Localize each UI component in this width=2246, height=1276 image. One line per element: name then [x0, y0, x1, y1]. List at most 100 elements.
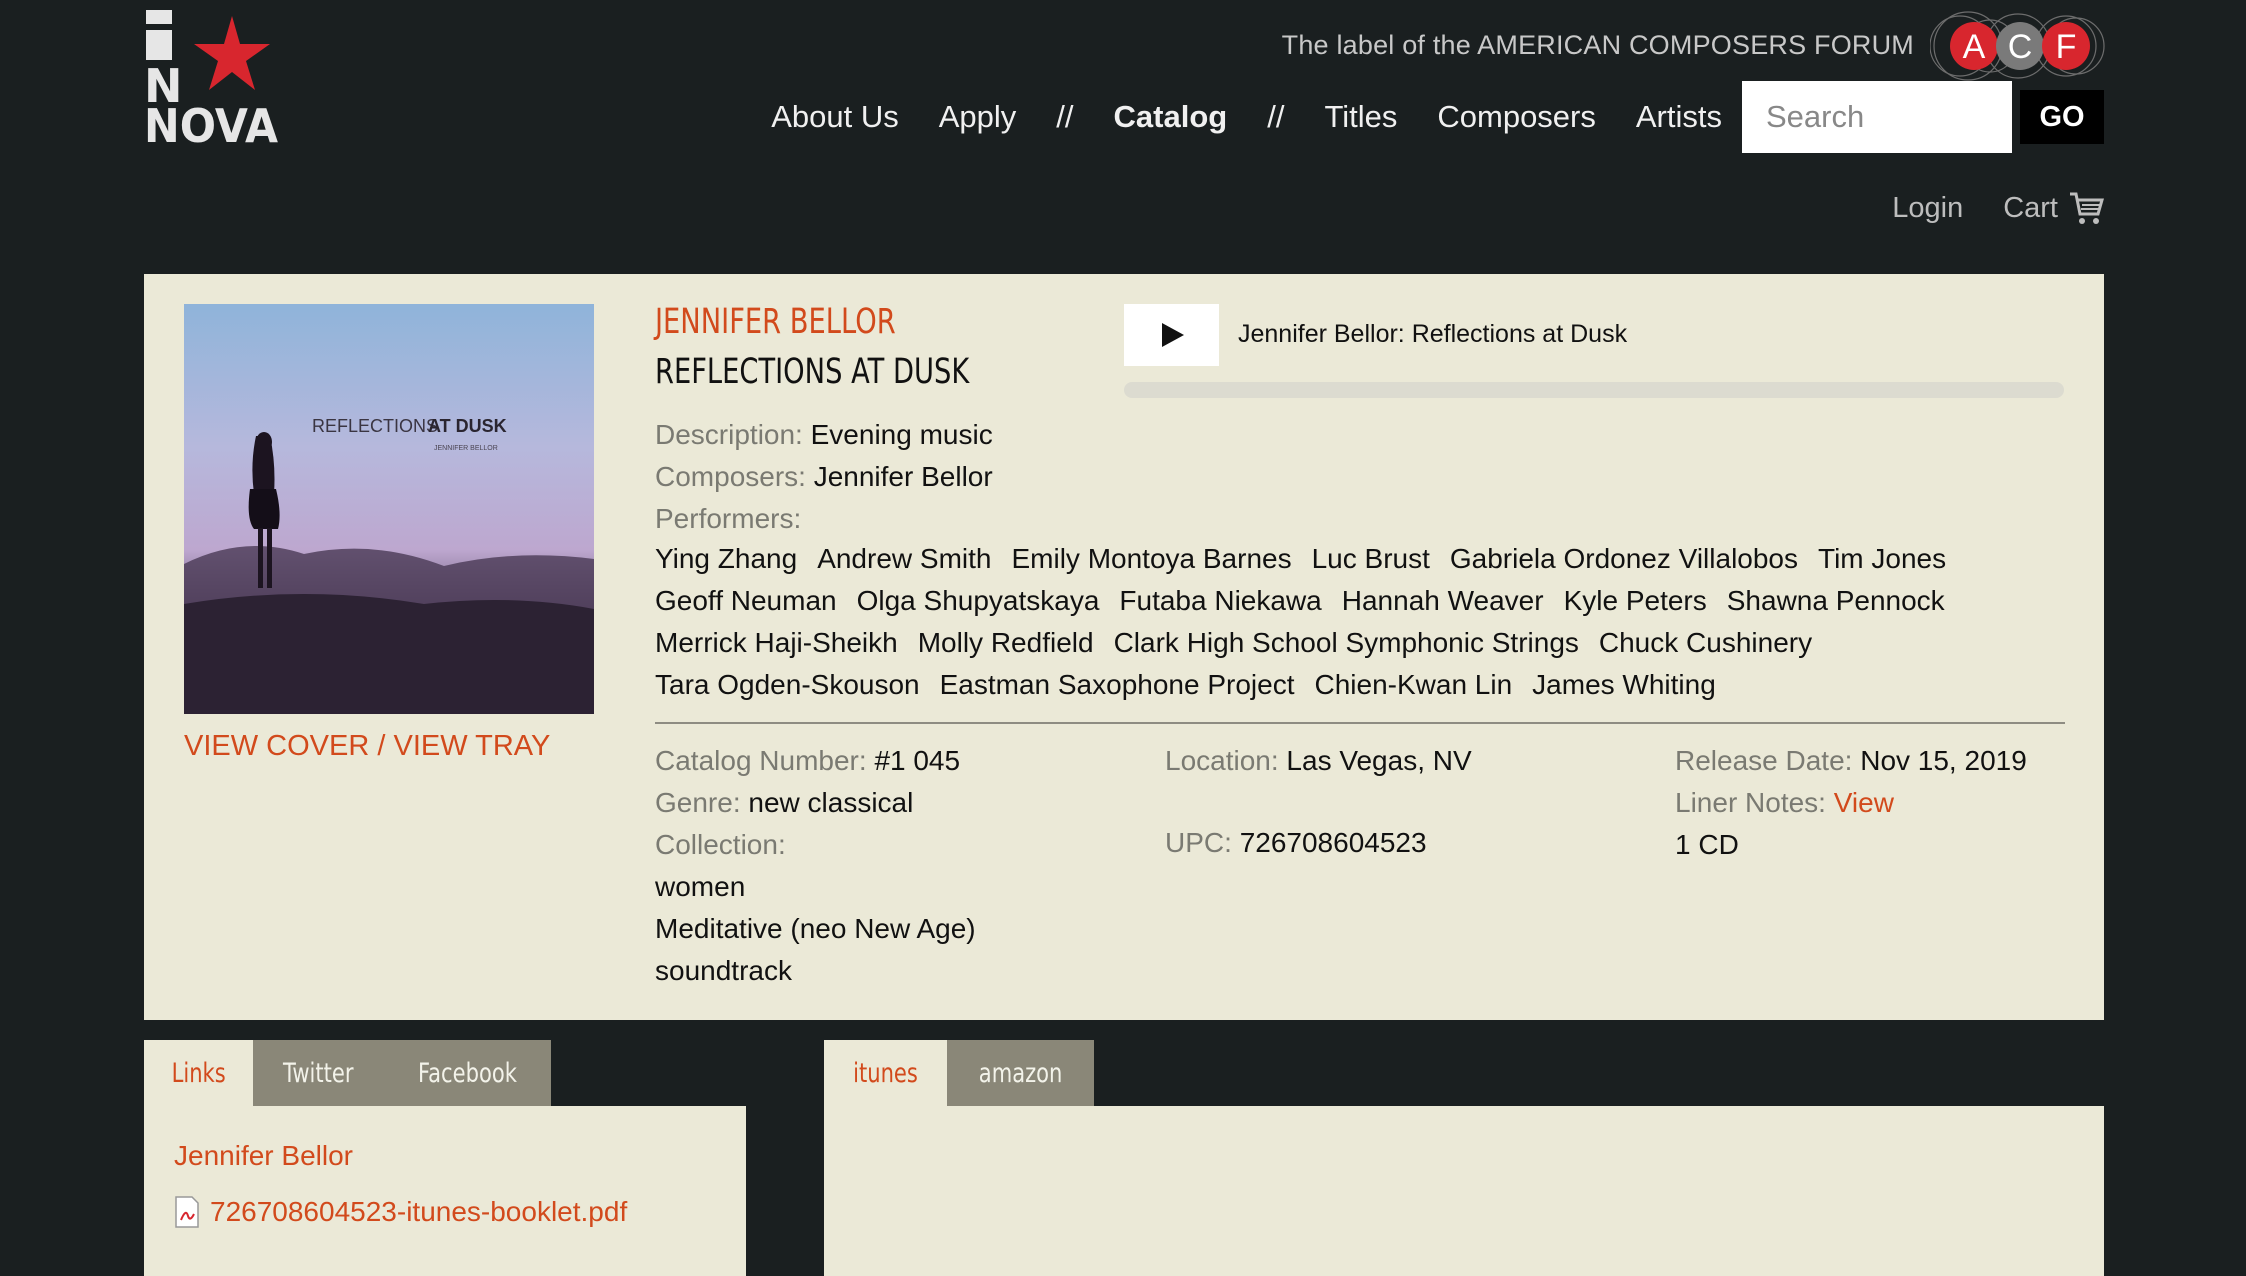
performer-name: Gabriela Ordonez Villalobos [1449, 543, 1799, 574]
performer-name: Hannah Weaver [1341, 585, 1544, 616]
main-nav: About Us Apply // Catalog // Titles Comp… [771, 81, 2104, 153]
artist-link[interactable]: Jennifer Bellor [174, 1140, 353, 1172]
nav-apply[interactable]: Apply [939, 99, 1017, 135]
tab-itunes-label: itunes [853, 1057, 918, 1089]
location-value: Las Vegas, NV [1286, 745, 1472, 776]
acf-logo-icon: A C F [1929, 11, 2105, 81]
nav-artists[interactable]: Artists [1636, 99, 1722, 135]
performer-name: Ying Zhang [655, 543, 798, 574]
catalog-info-column: Catalog Number: #1 045 Genre: new classi… [655, 740, 976, 992]
performer-name: Merrick Haji-Sheikh [655, 627, 898, 658]
svg-text:REFLECTIONS: REFLECTIONS [312, 416, 438, 436]
view-cover-tray-link[interactable]: VIEW COVER / VIEW TRAY [184, 730, 550, 763]
svg-text:F: F [2056, 28, 2077, 66]
search-go-button[interactable]: GO [2020, 90, 2104, 144]
catalog-number-label: Catalog Number: [655, 745, 867, 776]
collection-item: Meditative (neo New Age) [655, 913, 976, 944]
performer-name: Andrew Smith [817, 543, 992, 574]
performer-name: James Whiting [1532, 669, 1716, 700]
album-cover-art: REFLECTIONS AT DUSK JENNIFER BELLOR [184, 304, 594, 714]
section-divider [655, 722, 2065, 724]
account-links: Login Cart [1892, 190, 2104, 226]
tagline: The label of the AMERICAN COMPOSERS FORU… [1281, 30, 1914, 60]
links-tabs: Links Twitter Facebook [144, 1040, 551, 1106]
genre-value: new classical [748, 787, 914, 818]
performers-label: Performers: [655, 503, 802, 534]
nav-composers[interactable]: Composers [1437, 99, 1596, 135]
performer-name: Tim Jones [1818, 543, 1947, 574]
pdf-file-icon [175, 1196, 199, 1228]
performer-name: Futaba Niekawa [1119, 585, 1322, 616]
album-cover-image[interactable]: REFLECTIONS AT DUSK JENNIFER BELLOR [184, 304, 594, 714]
tab-links[interactable]: Links [144, 1040, 254, 1106]
performers-row: Performers: [655, 498, 801, 540]
nav-titles[interactable]: Titles [1324, 99, 1397, 135]
audio-player: Jennifer Bellor: Reflections at Dusk [1124, 304, 2064, 404]
format-value: 1 CD [1675, 829, 1739, 860]
composers-label: Composers: [655, 461, 806, 492]
tab-itunes[interactable]: itunes [824, 1040, 947, 1106]
store-tabs: itunes amazon [824, 1040, 1095, 1106]
performer-name: Shawna Pennock [1726, 585, 1945, 616]
svg-text:A: A [1963, 28, 1986, 66]
login-link[interactable]: Login [1892, 192, 1963, 225]
nova-logo-icon: N NOVA [144, 10, 278, 153]
liner-notes-label: Liner Notes: [1675, 787, 1826, 818]
tab-twitter[interactable]: Twitter [253, 1040, 384, 1106]
booklet-pdf-label: 726708604523-itunes-booklet.pdf [210, 1196, 628, 1227]
cart-link[interactable]: Cart [2003, 190, 2104, 226]
tab-facebook-label: Facebook [417, 1057, 517, 1089]
location-info-column: Location: Las Vegas, NV UPC: 72670860452… [1165, 740, 1472, 864]
upc-label: UPC: [1165, 827, 1232, 858]
album-title: REFLECTIONS AT DUSK [655, 352, 970, 392]
performers-list: Ying Zhang Andrew Smith Emily Montoya Barn… [655, 538, 2055, 706]
progress-bar[interactable] [1124, 382, 2064, 398]
release-info-column: Release Date: Nov 15, 2019 Liner Notes: … [1675, 740, 2027, 866]
nav-catalog[interactable]: Catalog [1114, 99, 1228, 135]
svg-text:NOVA: NOVA [144, 99, 278, 144]
collection-item: soundtrack [655, 955, 792, 986]
collection-label: Collection: [655, 829, 786, 860]
release-date-label: Release Date: [1675, 745, 1853, 776]
booklet-pdf-link[interactable]: 726708604523-itunes-booklet.pdf [174, 1196, 627, 1228]
nav-separator: // [1267, 99, 1285, 134]
performer-name: Molly Redfield [917, 627, 1094, 658]
nova-logo[interactable]: N NOVA [144, 8, 284, 153]
description-label: Description: [655, 419, 803, 450]
svg-text:JENNIFER BELLOR: JENNIFER BELLOR [434, 445, 498, 452]
nav-separator: // [1056, 99, 1074, 134]
catalog-number: #1 045 [874, 745, 961, 776]
search-input[interactable] [1742, 81, 2012, 153]
tab-twitter-label: Twitter [283, 1057, 354, 1089]
performer-name: Tara Ogden-Skouson [655, 669, 920, 700]
performer-name: Emily Montoya Barnes [1011, 543, 1292, 574]
upc-value: 726708604523 [1239, 827, 1427, 858]
play-button[interactable] [1124, 304, 1219, 366]
description-row: Description: Evening music [655, 414, 993, 456]
store-tab-panel [824, 1106, 2104, 1276]
performer-name: Chien-Kwan Lin [1314, 669, 1513, 700]
acf-logo[interactable]: A C F [1929, 8, 2106, 84]
tab-facebook[interactable]: Facebook [383, 1040, 551, 1106]
tab-links-label: Links [171, 1057, 226, 1089]
album-detail-panel: REFLECTIONS AT DUSK JENNIFER BELLOR VIEW… [144, 274, 2104, 1020]
release-date: Nov 15, 2019 [1860, 745, 2027, 776]
description-value: Evening music [810, 419, 993, 450]
links-tab-panel: Jennifer Bellor 726708604523-itunes-book… [144, 1106, 746, 1276]
performer-name: Eastman Saxophone Project [939, 669, 1295, 700]
location-label: Location: [1165, 745, 1279, 776]
tab-amazon-label: amazon [978, 1057, 1063, 1089]
liner-notes-view-link[interactable]: View [1834, 787, 1894, 818]
composers-row: Composers: Jennifer Bellor [655, 456, 993, 498]
cart-label: Cart [2003, 191, 2058, 224]
svg-text:AT DUSK: AT DUSK [428, 416, 507, 436]
performer-name: Geoff Neuman [655, 585, 837, 616]
performer-name: Kyle Peters [1563, 585, 1707, 616]
genre-label: Genre: [655, 787, 741, 818]
performer-name: Luc Brust [1311, 543, 1430, 574]
composers-value: Jennifer Bellor [813, 461, 993, 492]
collection-item: women [655, 871, 746, 902]
nav-about-us[interactable]: About Us [771, 99, 899, 135]
tab-amazon[interactable]: amazon [947, 1040, 1095, 1106]
play-icon [1161, 323, 1184, 347]
